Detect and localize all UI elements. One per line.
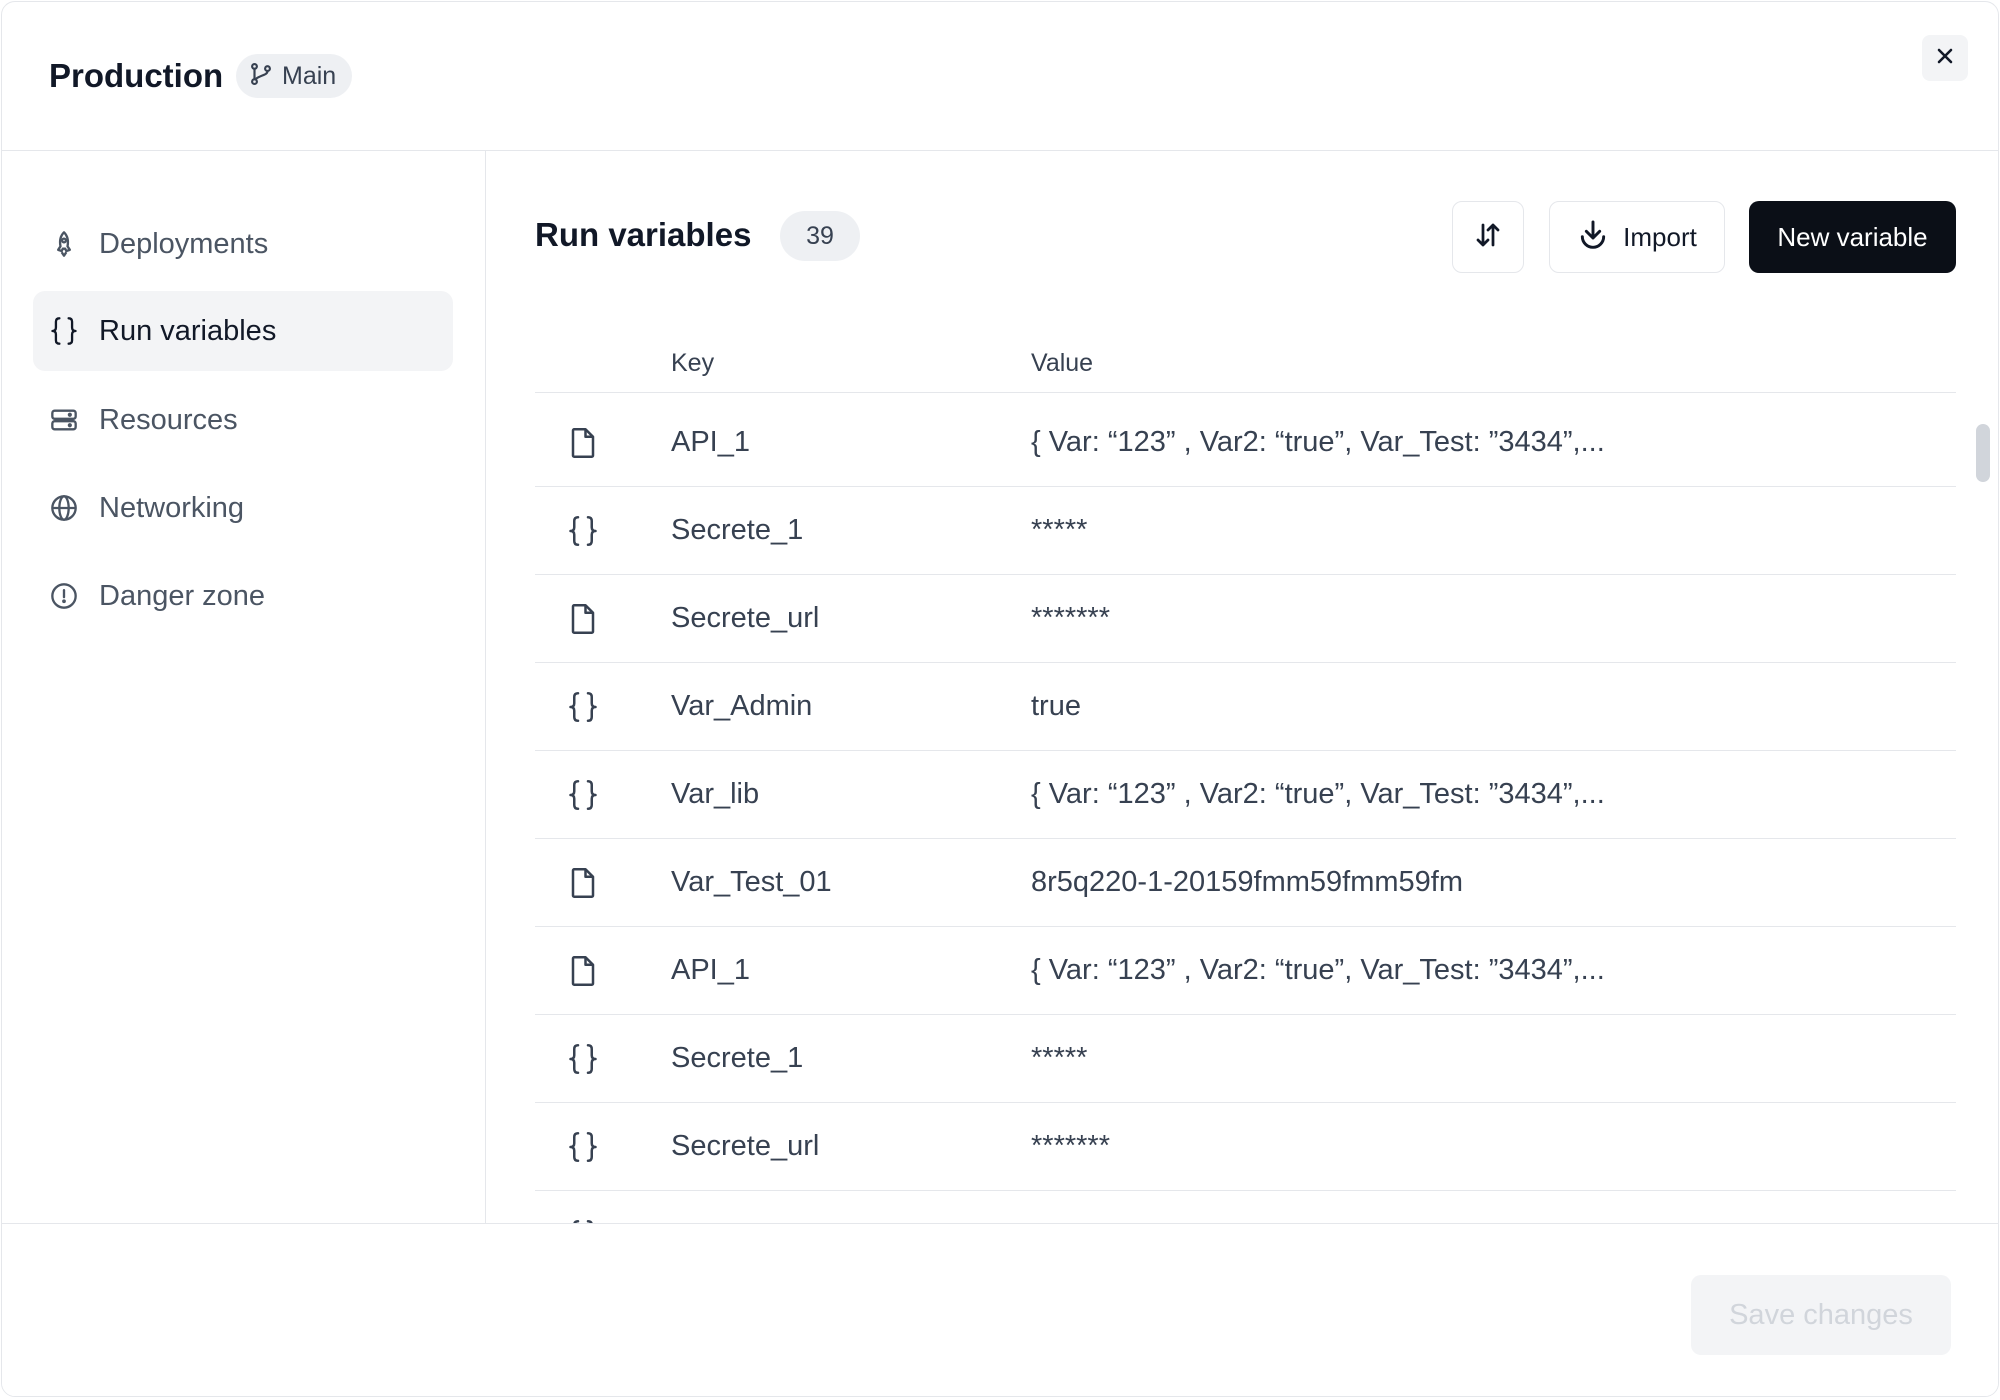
variable-value: { Var: “123” , Var2: “true”, Var_Test: ”… <box>1031 954 1605 986</box>
variable-value: 8r5q220-1-20159fmm59fmm59fm <box>1031 866 1463 898</box>
braces-icon <box>565 1129 601 1165</box>
variable-key: Var_Admin <box>671 690 813 722</box>
main-content: Run variables 39 Import New variable Key… <box>487 151 1998 1223</box>
sidebar-item-danger-zone[interactable]: Danger zone <box>33 556 453 636</box>
sidebar-item-label: Networking <box>99 491 245 524</box>
file-icon <box>565 425 601 461</box>
server-icon <box>49 405 79 435</box>
variable-key: API_1 <box>671 426 750 458</box>
table-row[interactable]: API_1 { Var: “123” , Var2: “true”, Var_T… <box>535 927 1956 1015</box>
sidebar-item-resources[interactable]: Resources <box>33 380 453 460</box>
table-row[interactable]: Secrete_1 ***** <box>535 1015 1956 1103</box>
braces-icon <box>565 1041 601 1077</box>
braces-icon <box>565 513 601 549</box>
section-title: Run variables <box>535 216 752 253</box>
variable-key: Var_Test_01 <box>671 866 832 898</box>
branch-label: Main <box>282 61 337 90</box>
variable-value: ***** <box>1031 1042 1088 1074</box>
sort-button[interactable] <box>1452 201 1524 273</box>
column-header-key: Key <box>671 349 715 377</box>
close-button[interactable] <box>1922 35 1968 81</box>
sidebar: Deployments Run variables Resources Netw… <box>2 151 486 1223</box>
rocket-icon <box>49 229 79 259</box>
variable-key: Secrete_1 <box>671 514 804 546</box>
table-row[interactable]: API_1 { Var: “123” , Var2: “true”, Var_T… <box>535 399 1956 487</box>
scrollbar-thumb[interactable] <box>1976 424 1990 482</box>
sidebar-item-label: Resources <box>99 403 238 436</box>
file-icon <box>565 601 601 637</box>
table-row[interactable]: Var_lib { Var: “123” , Var2: “true”, Var… <box>535 751 1956 839</box>
table-row[interactable]: Secrete_url ******* <box>535 1103 1956 1191</box>
modal-header: Production Main <box>2 2 1998 151</box>
braces-icon <box>565 689 601 725</box>
branch-badge[interactable]: Main <box>236 54 353 98</box>
table-row[interactable] <box>535 1191 1956 1223</box>
variable-key: Secrete_url <box>671 602 820 634</box>
variable-value: { Var: “123” , Var2: “true”, Var_Test: ”… <box>1031 426 1605 458</box>
variable-value: { Var: “123” , Var2: “true”, Var_Test: ”… <box>1031 778 1605 810</box>
table-row[interactable]: Secrete_1 ***** <box>535 487 1956 575</box>
alert-circle-icon <box>49 581 79 611</box>
new-variable-button[interactable]: New variable <box>1749 201 1956 273</box>
file-icon <box>565 953 601 989</box>
page-title: Production <box>49 57 224 94</box>
variable-value: true <box>1031 690 1081 722</box>
settings-modal: Production Main Deployments Run variable… <box>1 1 1999 1397</box>
import-label: Import <box>1623 221 1697 252</box>
download-icon <box>1577 218 1609 257</box>
globe-icon <box>49 493 79 523</box>
variable-key: Secrete_url <box>671 1130 820 1162</box>
file-icon <box>565 865 601 901</box>
sidebar-item-label: Deployments <box>99 227 269 260</box>
table-row[interactable]: Var_Test_01 8r5q220-1-20159fmm59fmm59fm <box>535 839 1956 927</box>
braces-icon <box>565 777 601 813</box>
variable-value: ***** <box>1031 514 1088 546</box>
save-changes-button[interactable]: Save changes <box>1691 1275 1951 1355</box>
table-row[interactable]: Secrete_url ******* <box>535 575 1956 663</box>
close-icon <box>1933 44 1957 73</box>
variable-key: Secrete_1 <box>671 1042 804 1074</box>
git-branch-icon <box>248 61 274 92</box>
sidebar-item-label: Danger zone <box>99 579 266 612</box>
table-row[interactable]: Var_Admin true <box>535 663 1956 751</box>
variables-table: API_1 { Var: “123” , Var2: “true”, Var_T… <box>535 399 1956 1223</box>
modal-footer: Save changes <box>2 1223 1998 1396</box>
variable-key: API_1 <box>671 954 750 986</box>
variable-value: ******* <box>1031 602 1110 634</box>
sidebar-item-deployments[interactable]: Deployments <box>33 204 453 284</box>
table-header: Key Value <box>535 343 1956 393</box>
column-header-value: Value <box>1031 349 1094 377</box>
variable-count-badge: 39 <box>780 211 860 261</box>
braces-icon <box>49 316 79 346</box>
variable-value: ******* <box>1031 1130 1110 1162</box>
sidebar-item-run-variables[interactable]: Run variables <box>33 291 453 371</box>
import-button[interactable]: Import <box>1549 201 1725 273</box>
variable-key: Var_lib <box>671 778 760 810</box>
sidebar-item-networking[interactable]: Networking <box>33 468 453 548</box>
sort-arrows-icon <box>1473 220 1503 255</box>
sidebar-item-label: Run variables <box>99 314 277 347</box>
